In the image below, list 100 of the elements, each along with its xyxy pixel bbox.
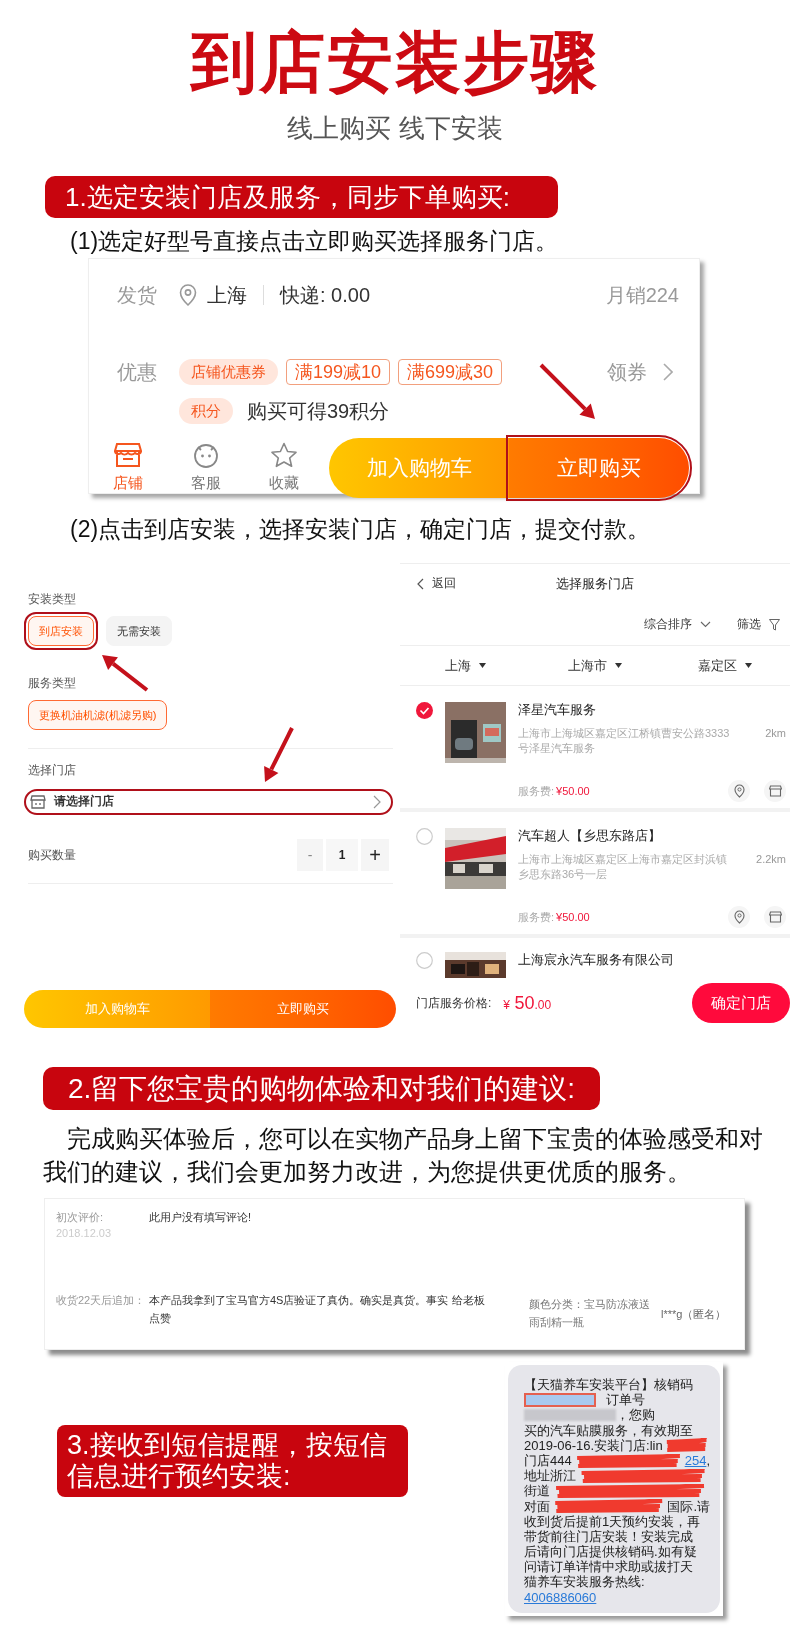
message-text: 买的汽车贴膜服务，有效期至 (524, 1422, 693, 1438)
distance-text: 2km (765, 726, 787, 741)
message-text: 2019-06-16.安装门店:lin (524, 1437, 663, 1453)
message-text: 【天猫养车安装平台】核销码 (524, 1377, 693, 1393)
price-label: 门店服务价格: (416, 995, 492, 1012)
nav-label[interactable]: 店铺 (113, 471, 143, 495)
option-chip[interactable]: 更换机油机滤(机滤另购) (28, 700, 168, 730)
message-text: 后请向门店提供核销码.如有疑 (524, 1544, 697, 1560)
radio-checked-icon[interactable] (416, 702, 433, 719)
monthly-sales: 月销224 (605, 283, 679, 308)
field-label: 安装类型 (28, 591, 77, 608)
screen-title: 选择服务门店 (555, 575, 635, 594)
redacted-code (524, 1392, 596, 1407)
message-text: 国际.请 (667, 1498, 710, 1514)
points-tag: 积分 (179, 398, 233, 424)
region-dropdown[interactable]: 上海市 (568, 655, 607, 676)
chevron-down-icon (700, 621, 711, 628)
message-text: 问请订单详情中求助或拔打天 (524, 1559, 693, 1575)
store-name: 泽星汽车服务 (518, 702, 597, 718)
step-banner: 3.接收到短信提醒，按短信信息进行预约安装: (57, 1425, 408, 1497)
message-text: 猫养车安装服务热线: (524, 1574, 645, 1590)
nav-label[interactable]: 收藏 (269, 471, 299, 495)
filter-button[interactable]: 筛选 (737, 615, 761, 634)
fee-label: 服务费: (518, 783, 555, 799)
sku-text: 颜色分类：宝马防冻液送雨刮精一瓶 (529, 1297, 651, 1330)
field-label: 选择门店 (28, 762, 77, 779)
instruction-text: (2)点击到店安装，选择安装门店，确定门店，提交付款。 (70, 515, 652, 544)
location-button[interactable] (728, 780, 750, 802)
store-address: 上海市上海城区嘉定区上海市嘉定区封浜镇乡思东路36号一层 (518, 852, 728, 882)
message-text: , (706, 1452, 710, 1469)
chevron-right-icon (663, 363, 673, 381)
field-label: 优惠 (116, 360, 158, 385)
message-text: 门店444 (524, 1452, 572, 1469)
points-text: 购买可得39积分 (247, 399, 390, 424)
page-title: 到店安装步骤 (191, 24, 599, 101)
region-dropdown[interactable]: 上海 (444, 655, 471, 676)
caret-down-icon (615, 663, 622, 668)
buy-now-button[interactable]: 立即购买 (509, 438, 689, 498)
star-icon (270, 441, 298, 468)
distance-text: 2.2km (756, 852, 787, 867)
page-subtitle: 线上购买 线下安装 (287, 112, 503, 144)
message-text: ，您购 (616, 1407, 655, 1423)
fee-amount: ¥50.00 (556, 783, 590, 799)
location-pin-icon (733, 784, 745, 798)
back-link[interactable]: 返回 (432, 575, 456, 593)
store-address: 上海市上海城区嘉定区江桥镇曹安公路3333号泽星汽车服务 (518, 726, 731, 756)
pointer-arrow (264, 727, 294, 782)
quantity-value: 1 (326, 839, 358, 871)
location-button[interactable] (728, 906, 750, 928)
review-text: 此用户没有填写评论! (149, 1210, 252, 1225)
store-icon (768, 785, 782, 797)
pointer-arrow (539, 363, 595, 419)
sort-dropdown[interactable]: 综合排序 (644, 615, 692, 634)
pointer-arrow (102, 655, 149, 692)
radio-button-icon[interactable] (416, 828, 433, 845)
field-label: 服务类型 (28, 675, 77, 692)
radio-button-icon[interactable] (416, 952, 433, 969)
caret-down-icon (478, 663, 486, 668)
review-label: 收货22天后追加： (56, 1293, 147, 1308)
store-button[interactable] (764, 780, 786, 802)
review-text: 本产品我拿到了宝马官方4S店验证了真伪。确实是真货。事实 给老板点赞 (149, 1293, 486, 1326)
store-name: 上海宸永汽车服务有限公司 (518, 952, 675, 968)
message-text: 订单号 (606, 1392, 645, 1408)
shop-icon (114, 441, 142, 468)
phone-link[interactable]: 4006886060 (524, 1589, 597, 1605)
filter-icon (769, 618, 780, 631)
message-text: 地址浙江 (524, 1468, 576, 1484)
coupon-link[interactable]: 领券 (607, 357, 647, 387)
instruction-text: (1)选定好型号直接点击立即购买选择服务门店。 (70, 227, 560, 256)
option-chip[interactable]: 无需安装 (106, 616, 172, 646)
store-selector[interactable]: 请选择门店 (24, 789, 393, 815)
review-label: 初次评价: (56, 1210, 105, 1225)
chevron-right-icon (373, 795, 381, 809)
coupon-tag: 满199减10 (286, 359, 391, 385)
store-name: 汽车超人【乡思东路店】 (518, 828, 662, 844)
location-pin-icon (733, 910, 745, 924)
paragraph-text: 完成购买体验后，您可以在实物产品身上留下宝贵的体验感受和对我们的建议，我们会更加努力改进，为您提供更优质的服务。 (43, 1124, 764, 1187)
shop-coupon-tag: 店铺优惠券 (179, 359, 278, 385)
location-text: 上海 (207, 283, 247, 308)
confirm-store-button[interactable]: 确定门店 (692, 983, 790, 1023)
fee-label: 服务费: (518, 909, 555, 925)
store-icon (30, 794, 46, 810)
store-icon (768, 911, 782, 923)
store-button[interactable] (764, 906, 786, 928)
region-dropdown[interactable]: 嘉定区 (698, 655, 737, 676)
field-label: 购买数量 (28, 847, 76, 864)
location-pin-icon (179, 284, 197, 306)
buy-now-button[interactable]: 立即购买 (210, 990, 396, 1028)
fee-amount: ¥50.00 (556, 909, 590, 925)
nav-label[interactable]: 客服 (191, 471, 221, 495)
smiley-face-icon (192, 441, 220, 468)
message-text: 街道 (524, 1483, 550, 1499)
step-banner: 1.选定安装门店及服务，同步下单购买: (45, 176, 558, 218)
back-chevron-icon[interactable] (417, 578, 424, 590)
message-text: 带货前往门店安装！安装完成 (524, 1528, 693, 1545)
field-label: 发货 (116, 283, 158, 308)
caret-down-icon (745, 663, 752, 668)
message-text: 收到货后提前1天预约安装，再 (524, 1513, 701, 1529)
step-banner: 2.留下您宝贵的购物体验和对我们的建议: (43, 1067, 600, 1110)
increment-button[interactable]: + (361, 839, 389, 871)
